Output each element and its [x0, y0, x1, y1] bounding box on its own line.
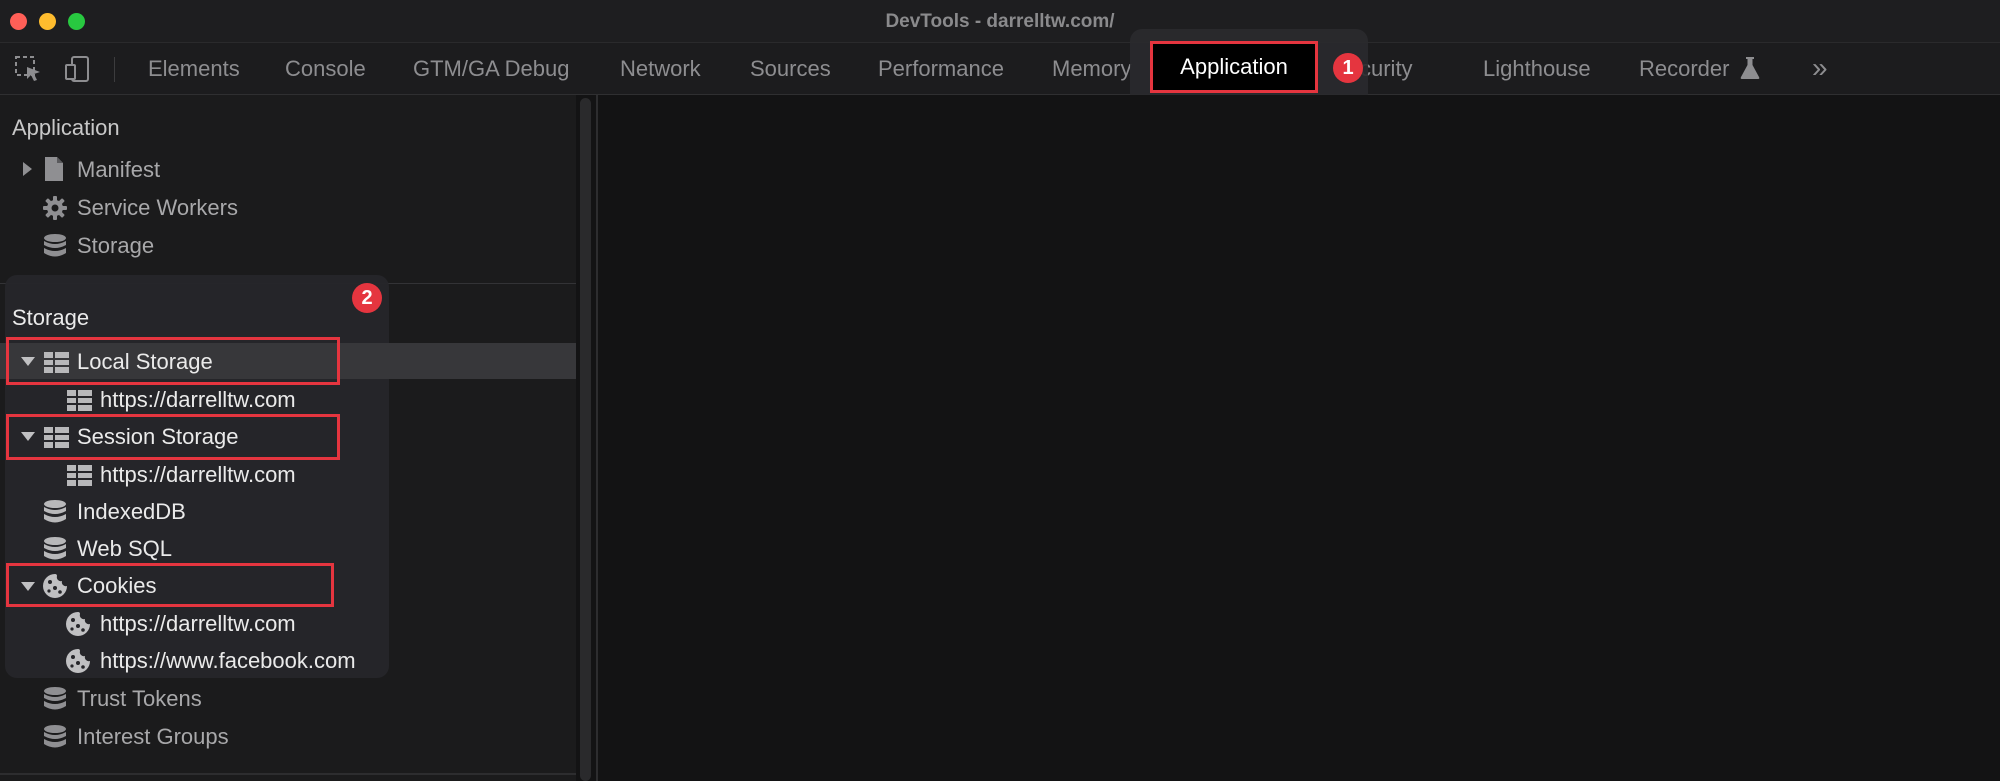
- tab-console[interactable]: Console: [285, 56, 366, 82]
- tab-application[interactable]: Application: [1150, 41, 1318, 93]
- manifest-expand-icon[interactable]: [23, 162, 32, 176]
- title-bar: DevTools - darrelltw.com/: [0, 0, 2000, 43]
- sidebar-item-web-sql[interactable]: Web SQL: [77, 536, 172, 562]
- database-icon: [44, 500, 66, 523]
- step-badge-2: 2: [352, 283, 382, 313]
- more-tabs-icon[interactable]: »: [1812, 52, 1828, 84]
- tab-network[interactable]: Network: [620, 56, 701, 82]
- tab-memory[interactable]: Memory: [1052, 56, 1131, 82]
- storage-section-heading: Storage: [12, 305, 90, 330]
- inspect-element-icon[interactable]: [13, 54, 43, 84]
- window-title: DevTools - darrelltw.com/: [885, 11, 1115, 32]
- sidebar-bottom-divider: [0, 773, 576, 775]
- cookie-origin-item[interactable]: https://www.facebook.com: [100, 648, 356, 674]
- tab-recorder[interactable]: Recorder: [1639, 56, 1729, 82]
- devtools-toolbar: Elements Console GTM/GA Debug Network So…: [0, 43, 2000, 95]
- tab-performance[interactable]: Performance: [878, 56, 1004, 82]
- tab-gtm-ga-debug[interactable]: GTM/GA Debug: [413, 56, 570, 82]
- sidebar-item-trust-tokens[interactable]: Trust Tokens: [77, 686, 202, 712]
- main-content-pane: [598, 95, 2000, 781]
- database-icon: [44, 687, 66, 710]
- cookie-icon: [66, 649, 90, 673]
- annotation-box-local-storage: [6, 337, 340, 385]
- cookie-icon: [66, 612, 90, 636]
- gear-icon: [43, 196, 67, 220]
- session-storage-origin[interactable]: https://darrelltw.com: [100, 462, 296, 488]
- tab-lighthouse[interactable]: Lighthouse: [1483, 56, 1591, 82]
- sidebar-item-indexeddb[interactable]: IndexedDB: [77, 499, 186, 525]
- application-section-heading: Application: [12, 115, 120, 140]
- table-icon: [67, 390, 92, 411]
- document-icon: [45, 157, 63, 181]
- local-storage-origin[interactable]: https://darrelltw.com: [100, 387, 296, 413]
- database-icon: [44, 234, 66, 257]
- device-toolbar-icon[interactable]: [63, 54, 93, 84]
- annotation-box-cookies: [6, 563, 334, 607]
- tab-elements[interactable]: Elements: [148, 56, 240, 82]
- tab-sources[interactable]: Sources: [750, 56, 831, 82]
- cookie-origin-item[interactable]: https://darrelltw.com: [100, 611, 296, 637]
- sidebar-item-storage-overview[interactable]: Storage: [77, 233, 154, 259]
- database-icon: [44, 725, 66, 748]
- sidebar-item-manifest[interactable]: Manifest: [77, 157, 160, 183]
- flask-icon: [1740, 57, 1760, 79]
- table-icon: [67, 465, 92, 486]
- toolbar-separator: [114, 57, 115, 82]
- step-badge-1: 1: [1333, 53, 1363, 83]
- database-icon: [44, 537, 66, 560]
- sidebar-item-interest-groups[interactable]: Interest Groups: [77, 724, 229, 750]
- sidebar-item-service-workers[interactable]: Service Workers: [77, 195, 238, 221]
- sidebar-scrollbar[interactable]: [580, 98, 591, 781]
- annotation-box-session-storage: [6, 414, 340, 460]
